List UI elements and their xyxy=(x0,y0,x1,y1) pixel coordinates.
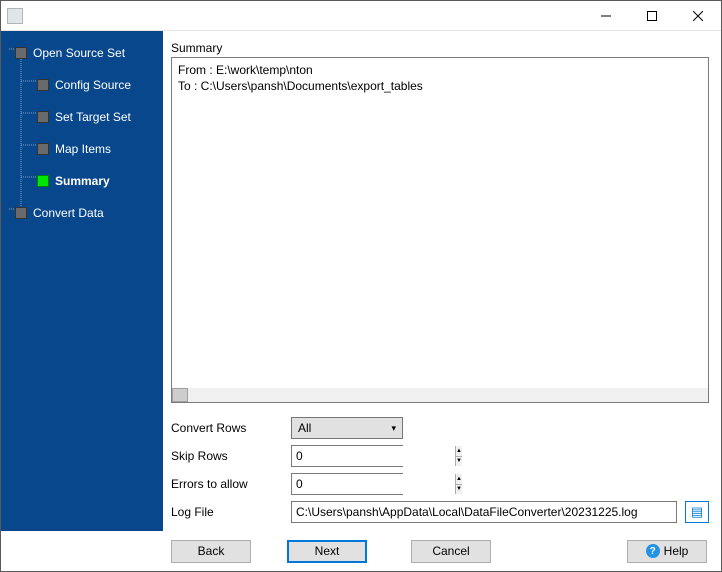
errors-allow-spinner[interactable]: ▲ ▼ xyxy=(291,473,403,495)
skip-rows-spinner[interactable]: ▲ ▼ xyxy=(291,445,403,467)
step-node-icon xyxy=(37,143,49,155)
skip-rows-input[interactable] xyxy=(292,446,455,466)
errors-allow-label: Errors to allow xyxy=(171,477,291,491)
next-button[interactable]: Next xyxy=(287,540,367,563)
wizard-steps: Open Source Set Config Source Set Target… xyxy=(1,43,163,223)
step-node-icon xyxy=(37,175,49,187)
spin-down-button[interactable]: ▼ xyxy=(456,485,462,495)
wizard-sidebar: Open Source Set Config Source Set Target… xyxy=(1,31,163,531)
convert-rows-label: Convert Rows xyxy=(171,421,291,435)
app-icon xyxy=(7,8,23,24)
summary-textbox[interactable]: From : E:\work\temp\nton To : C:\Users\p… xyxy=(171,57,709,403)
back-button[interactable]: Back xyxy=(171,540,251,563)
app-window: Open Source Set Config Source Set Target… xyxy=(0,0,722,572)
browse-logfile-button[interactable]: ▤ xyxy=(685,501,709,523)
logfile-label: Log File xyxy=(171,505,291,519)
cancel-button[interactable]: Cancel xyxy=(411,540,491,563)
step-map-items[interactable]: Map Items xyxy=(1,139,163,159)
help-button[interactable]: ? Help xyxy=(627,540,707,563)
scrollbar-thumb[interactable] xyxy=(172,388,188,402)
document-icon: ▤ xyxy=(691,504,703,520)
options-grid: Convert Rows All ▾ Skip Rows ▲ ▼ xyxy=(171,417,709,523)
step-label: Map Items xyxy=(55,142,111,156)
step-label: Open Source Set xyxy=(33,46,125,60)
step-label: Convert Data xyxy=(33,206,104,220)
step-open-source-set[interactable]: Open Source Set xyxy=(1,43,163,63)
dropdown-value: All xyxy=(298,421,391,435)
horizontal-scrollbar[interactable] xyxy=(172,388,708,402)
errors-allow-input[interactable] xyxy=(292,474,455,494)
maximize-button[interactable] xyxy=(629,1,675,31)
step-set-target-set[interactable]: Set Target Set xyxy=(1,107,163,127)
step-node-icon xyxy=(37,111,49,123)
step-config-source[interactable]: Config Source xyxy=(1,75,163,95)
step-label: Set Target Set xyxy=(55,110,131,124)
summary-line: To : C:\Users\pansh\Documents\export_tab… xyxy=(178,78,702,94)
spin-down-button[interactable]: ▼ xyxy=(456,457,462,467)
wizard-button-bar: Back Next Cancel ? Help xyxy=(1,531,721,571)
step-label: Config Source xyxy=(55,78,131,92)
spin-up-button[interactable]: ▲ xyxy=(456,446,462,457)
close-button[interactable] xyxy=(675,1,721,31)
help-icon: ? xyxy=(646,544,660,558)
main-panel: Summary From : E:\work\temp\nton To : C:… xyxy=(163,31,721,531)
convert-rows-dropdown[interactable]: All ▾ xyxy=(291,417,403,439)
logfile-input[interactable] xyxy=(291,501,677,523)
section-title: Summary xyxy=(171,41,709,55)
chevron-down-icon: ▾ xyxy=(391,423,396,434)
step-label: Summary xyxy=(55,174,110,188)
minimize-button[interactable] xyxy=(583,1,629,31)
step-convert-data[interactable]: Convert Data xyxy=(1,203,163,223)
step-summary[interactable]: Summary xyxy=(1,171,163,191)
step-node-icon xyxy=(37,79,49,91)
step-node-icon xyxy=(15,47,27,59)
titlebar xyxy=(1,1,721,31)
skip-rows-label: Skip Rows xyxy=(171,449,291,463)
step-node-icon xyxy=(15,207,27,219)
summary-line: From : E:\work\temp\nton xyxy=(178,62,702,78)
spin-up-button[interactable]: ▲ xyxy=(456,474,462,485)
